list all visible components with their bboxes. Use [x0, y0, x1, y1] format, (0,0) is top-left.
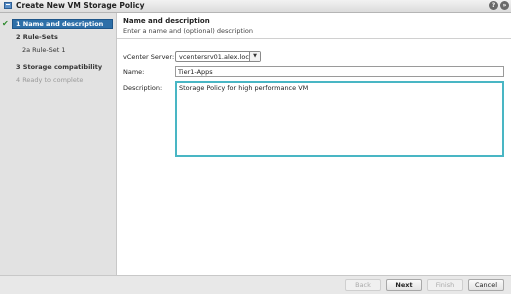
next-button[interactable]: Next [386, 279, 422, 291]
step-ready-to-complete: 4 Ready to complete [0, 75, 116, 85]
vcenter-selected-value: vcentersrv01.alex.local [179, 53, 255, 61]
back-button[interactable]: Back [345, 279, 381, 291]
expand-icon[interactable]: » [500, 1, 509, 10]
step-storage-compatibility[interactable]: 3 Storage compatibility [0, 62, 116, 72]
title-bar: Create New VM Storage Policy ? » [0, 0, 511, 13]
vm-policy-icon [4, 2, 12, 9]
finish-button[interactable]: Finish [427, 279, 463, 291]
page-title: Name and description [123, 17, 210, 25]
step-label: 4 Ready to complete [16, 76, 84, 84]
description-label: Description: [123, 84, 163, 92]
check-icon: ✔ [2, 19, 9, 28]
step-label: 2a Rule-Set 1 [22, 46, 66, 54]
description-field[interactable]: Storage Policy for high performance VM [175, 81, 504, 157]
vcenter-select[interactable]: vcentersrv01.alex.local ▼ [175, 51, 261, 62]
step-label: 3 Storage compatibility [16, 63, 103, 71]
vcenter-label: vCenter Server: [123, 53, 175, 61]
step-label: 1 Name and description [16, 20, 104, 28]
help-icon[interactable]: ? [489, 1, 498, 10]
main-panel: Name and description Enter a name and (o… [117, 13, 511, 275]
window-title: Create New VM Storage Policy [16, 1, 145, 10]
wizard-steps-sidebar: ✔ 1 Name and description 2 Rule-Sets 2a … [0, 13, 117, 275]
name-field[interactable] [175, 66, 504, 77]
cancel-button[interactable]: Cancel [468, 279, 504, 291]
page-subtitle: Enter a name and (optional) description [123, 27, 253, 35]
chevron-down-icon[interactable]: ▼ [249, 52, 260, 61]
step-name-and-description[interactable]: ✔ 1 Name and description [0, 19, 116, 29]
step-rule-sets[interactable]: 2 Rule-Sets [0, 32, 116, 42]
step-label: 2 Rule-Sets [16, 33, 58, 41]
wizard-footer: Back Next Finish Cancel [0, 275, 511, 294]
header-divider [117, 38, 511, 39]
step-rule-set-1[interactable]: 2a Rule-Set 1 [0, 45, 116, 55]
name-label: Name: [123, 68, 145, 76]
